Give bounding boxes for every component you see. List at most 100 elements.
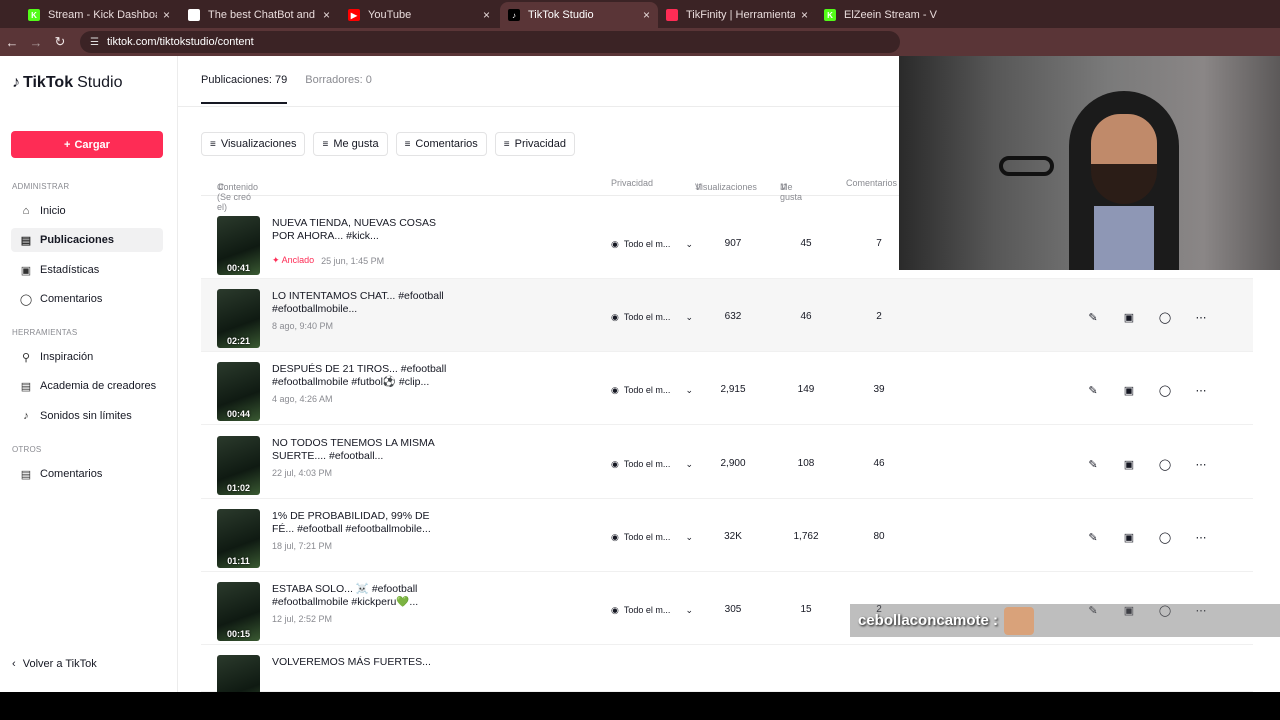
filter-comentarios[interactable]: ≡ Comentarios [395,132,487,156]
tab-title: TikTok Studio [528,9,594,21]
filter-privacidad[interactable]: ≡ Privacidad [494,132,575,156]
table-row[interactable]: 00:44 DESPUÉS DE 21 TIROS... #efootball #… [201,352,1253,425]
comment-icon[interactable]: ◯ [1155,307,1175,327]
row-actions: ✎ ▣ ◯ ⋯ [1083,527,1211,547]
header-comentarios[interactable]: Comentarios [846,178,897,188]
video-thumbnail[interactable]: 01:02 [217,436,260,495]
browser-tab[interactable]: ▶ YouTube × [340,2,498,28]
video-thumbnail[interactable]: 02:21 [217,289,260,348]
table-row[interactable]: 02:21 LO INTENTAMOS CHAT... #efootball #e… [201,279,1253,352]
video-thumbnail[interactable]: 00:15 [217,582,260,641]
sidebar-item-inspiracion[interactable]: ⚲ Inspiración [11,345,163,369]
back-arrow-icon[interactable]: ← [0,35,24,50]
music-note-icon: ♪ [23,410,29,422]
video-title[interactable]: 1% DE PROBABILIDAD, 99% DE FÉ... #efootb… [272,510,452,536]
likes-count: 108 [797,458,815,469]
video-title[interactable]: ESTABA SOLO... ☠️ #efootball #efootballm… [272,583,452,609]
more-options-icon[interactable]: ⋯ [1191,454,1211,474]
browser-tab[interactable]: K Stream - Kick Dashboard × [20,2,178,28]
more-options-icon[interactable]: ⋯ [1191,380,1211,400]
analytics-icon[interactable]: ▣ [1119,380,1139,400]
sidebar-item-estadisticas[interactable]: ▣ Estadísticas [11,258,163,282]
browser-tab[interactable]: TikFinity | Herramientas para Ti × [658,2,816,28]
video-title[interactable]: DESPUÉS DE 21 TIROS... #efootball #efoot… [272,363,452,389]
address-bar[interactable]: ☰ tiktok.com/tiktokstudio/content [80,31,900,53]
more-options-icon[interactable]: ⋯ [1191,527,1211,547]
sidebar-item-inicio[interactable]: ⌂ Inicio [11,199,163,223]
close-tab-icon[interactable]: × [163,8,170,22]
back-to-tiktok-link[interactable]: ‹ Volver a TikTok [12,658,97,670]
filter-icon: ≡ [210,138,216,150]
analytics-icon[interactable]: ▣ [1119,454,1139,474]
video-meta: 22 jul, 4:03 PM [272,468,332,478]
video-thumbnail[interactable]: 00:41 [217,216,260,275]
privacy-dropdown[interactable]: ◉ Todo el m... ⌄ [611,455,693,473]
browser-tab[interactable]: The best ChatBot and Widgets × [180,2,338,28]
close-tab-icon[interactable]: × [801,8,808,22]
comments-count: 80 [873,531,885,542]
comment-icon[interactable]: ◯ [1155,527,1175,547]
globe-icon: ◉ [611,384,619,395]
video-title[interactable]: NUEVA TIENDA, NUEVAS COSAS POR AHORA... … [272,217,452,243]
site-info-icon[interactable]: ☰ [90,37,99,48]
video-title[interactable]: VOLVEREMOS MÁS FUERTES... [272,656,452,669]
comment-icon[interactable]: ◯ [1155,454,1175,474]
webcam-overlay [899,56,1280,270]
chevron-down-icon: ⌄ [685,311,693,322]
video-thumbnail[interactable]: 00:44 [217,362,260,421]
video-date: 12 jul, 2:52 PM [272,614,333,624]
tiktok-studio-logo[interactable]: ♪ TikTok Studio [12,74,122,92]
close-tab-icon[interactable]: × [483,8,490,22]
edit-icon[interactable]: ✎ [1083,307,1103,327]
video-thumbnail[interactable]: 01:11 [217,509,260,568]
chevron-down-icon: ⌄ [685,384,693,395]
close-tab-icon[interactable]: × [323,8,330,22]
video-duration: 00:15 [226,629,251,639]
analytics-icon[interactable]: ▣ [1119,527,1139,547]
edit-icon[interactable]: ✎ [1083,527,1103,547]
section-label-tools: HERRAMIENTAS [12,328,78,337]
video-title[interactable]: NO TODOS TENEMOS LA MISMA SUERTE.... #ef… [272,437,452,463]
comment-icon[interactable]: ◯ [1155,380,1175,400]
filter-bar: ≡ Visualizaciones ≡ Me gusta ≡ Comentarios … [201,132,575,156]
privacy-dropdown[interactable]: ◉ Todo el m... ⌄ [611,601,693,619]
video-duration: 01:02 [226,483,251,493]
privacy-dropdown[interactable]: ◉ Todo el m... ⌄ [611,235,693,253]
sidebar-item-publicaciones[interactable]: ▤ Publicaciones [11,228,163,252]
views-count: 632 [724,311,742,322]
video-meta: 4 ago, 4:26 AM [272,394,333,404]
tab-borradores[interactable]: Borradores: 0 [305,74,372,104]
browser-tab[interactable]: K ElZeein Stream - V [816,2,974,28]
browser-tab[interactable]: ♪ TikTok Studio × [500,2,658,28]
privacy-dropdown[interactable]: ◉ Todo el m... ⌄ [611,528,693,546]
close-tab-icon[interactable]: × [643,8,650,22]
table-row[interactable]: VOLVEREMOS MÁS FUERTES... [201,645,1253,714]
sidebar-item-academia[interactable]: ▤ Academia de creadores [11,374,163,398]
privacy-dropdown[interactable]: ◉ Todo el m... ⌄ [611,308,693,326]
sort-icon: ⇵ [695,182,703,192]
filter-me-gusta[interactable]: ≡ Me gusta [313,132,388,156]
video-date: 8 ago, 9:40 PM [272,321,334,331]
tiktok-logo-icon: ♪ [12,74,20,91]
privacy-dropdown[interactable]: ◉ Todo el m... ⌄ [611,381,693,399]
chevron-down-icon: ⌄ [685,604,693,615]
filter-icon: ≡ [503,138,510,150]
filter-visualizaciones[interactable]: ≡ Visualizaciones [201,132,306,156]
video-title[interactable]: LO INTENTAMOS CHAT... #efootball #efootb… [272,290,452,316]
row-actions: ✎ ▣ ◯ ⋯ [1083,380,1211,400]
reload-icon[interactable]: ↻ [48,34,72,50]
more-options-icon[interactable]: ⋯ [1191,307,1211,327]
edit-icon[interactable]: ✎ [1083,380,1103,400]
sidebar-item-sonidos[interactable]: ♪ Sonidos sin límites [11,404,163,428]
edit-icon[interactable]: ✎ [1083,454,1103,474]
sidebar-item-comentarios[interactable]: ◯ Comentarios [11,287,163,311]
tab-publicaciones[interactable]: Publicaciones: 79 [201,74,288,104]
section-label-others: OTROS [12,445,42,454]
table-row[interactable]: 01:02 NO TODOS TENEMOS LA MISMA SUERTE...… [201,426,1253,499]
sidebar-item-otros-comentarios[interactable]: ▤ Comentarios [11,462,163,486]
filter-icon: ≡ [404,138,411,150]
analytics-icon[interactable]: ▣ [1119,307,1139,327]
table-row[interactable]: 01:11 1% DE PROBABILIDAD, 99% DE FÉ... #e… [201,499,1253,572]
forward-arrow-icon[interactable]: → [24,35,48,50]
upload-button[interactable]: + Cargar [11,131,163,158]
